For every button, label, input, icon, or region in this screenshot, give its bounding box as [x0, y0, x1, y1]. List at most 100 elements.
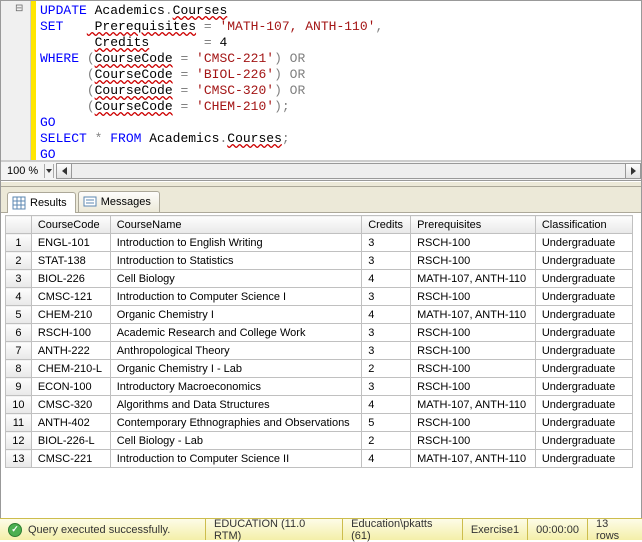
cell[interactable]: Undergraduate: [535, 234, 632, 252]
cell[interactable]: Algorithms and Data Structures: [110, 396, 361, 414]
cell[interactable]: STAT-138: [31, 252, 110, 270]
cell[interactable]: Introduction to Computer Science I: [110, 288, 361, 306]
table-row[interactable]: 9ECON-100Introductory Macroeconomics3RSC…: [6, 378, 633, 396]
cell[interactable]: CMSC-221: [31, 450, 110, 468]
cell[interactable]: 3: [362, 342, 411, 360]
cell[interactable]: Introduction to Statistics: [110, 252, 361, 270]
cell[interactable]: CHEM-210-L: [31, 360, 110, 378]
cell[interactable]: Undergraduate: [535, 252, 632, 270]
cell[interactable]: RSCH-100: [31, 324, 110, 342]
row-number[interactable]: 13: [6, 450, 32, 468]
cell[interactable]: Contemporary Ethnographies and Observati…: [110, 414, 361, 432]
cell[interactable]: MATH-107, ANTH-110: [411, 306, 536, 324]
cell[interactable]: Undergraduate: [535, 432, 632, 450]
row-number[interactable]: 1: [6, 234, 32, 252]
scroll-right-button[interactable]: [625, 163, 641, 179]
cell[interactable]: 2: [362, 432, 411, 450]
cell[interactable]: RSCH-100: [411, 432, 536, 450]
cell[interactable]: BIOL-226: [31, 270, 110, 288]
cell[interactable]: 4: [362, 450, 411, 468]
cell[interactable]: Introduction to Computer Science II: [110, 450, 361, 468]
cell[interactable]: RSCH-100: [411, 234, 536, 252]
cell[interactable]: 4: [362, 396, 411, 414]
cell[interactable]: RSCH-100: [411, 252, 536, 270]
cell[interactable]: ANTH-222: [31, 342, 110, 360]
column-header[interactable]: Classification: [535, 216, 632, 234]
row-number[interactable]: 9: [6, 378, 32, 396]
cell[interactable]: Introduction to English Writing: [110, 234, 361, 252]
table-row[interactable]: 5CHEM-210Organic Chemistry I4MATH-107, A…: [6, 306, 633, 324]
table-row[interactable]: 13CMSC-221Introduction to Computer Scien…: [6, 450, 633, 468]
cell[interactable]: ANTH-402: [31, 414, 110, 432]
cell[interactable]: 3: [362, 324, 411, 342]
cell[interactable]: Undergraduate: [535, 450, 632, 468]
cell[interactable]: 4: [362, 306, 411, 324]
row-number[interactable]: 7: [6, 342, 32, 360]
cell[interactable]: Undergraduate: [535, 378, 632, 396]
table-row[interactable]: 6RSCH-100Academic Research and College W…: [6, 324, 633, 342]
results-grid[interactable]: CourseCodeCourseNameCreditsPrerequisites…: [5, 215, 633, 468]
table-row[interactable]: 8CHEM-210-LOrganic Chemistry I - Lab2RSC…: [6, 360, 633, 378]
table-row[interactable]: 7ANTH-222Anthropological Theory3RSCH-100…: [6, 342, 633, 360]
cell[interactable]: 2: [362, 360, 411, 378]
scroll-left-button[interactable]: [56, 163, 72, 179]
cell[interactable]: Academic Research and College Work: [110, 324, 361, 342]
row-number[interactable]: 5: [6, 306, 32, 324]
cell[interactable]: Introductory Macroeconomics: [110, 378, 361, 396]
cell[interactable]: Organic Chemistry I: [110, 306, 361, 324]
cell[interactable]: Cell Biology - Lab: [110, 432, 361, 450]
zoom-dropdown[interactable]: [44, 164, 54, 178]
row-number[interactable]: 2: [6, 252, 32, 270]
row-number[interactable]: 8: [6, 360, 32, 378]
table-row[interactable]: 11ANTH-402Contemporary Ethnographies and…: [6, 414, 633, 432]
code-editor[interactable]: UPDATE Academics.Courses SET Prerequisit…: [36, 1, 641, 160]
cell[interactable]: Organic Chemistry I - Lab: [110, 360, 361, 378]
cell[interactable]: Undergraduate: [535, 288, 632, 306]
cell[interactable]: RSCH-100: [411, 414, 536, 432]
cell[interactable]: Undergraduate: [535, 324, 632, 342]
cell[interactable]: RSCH-100: [411, 378, 536, 396]
horizontal-scrollbar[interactable]: [56, 163, 641, 179]
cell[interactable]: Undergraduate: [535, 306, 632, 324]
cell[interactable]: ENGL-101: [31, 234, 110, 252]
cell[interactable]: Undergraduate: [535, 360, 632, 378]
scroll-track[interactable]: [72, 163, 625, 179]
table-row[interactable]: 10CMSC-320Algorithms and Data Structures…: [6, 396, 633, 414]
table-row[interactable]: 4CMSC-121Introduction to Computer Scienc…: [6, 288, 633, 306]
cell[interactable]: BIOL-226-L: [31, 432, 110, 450]
cell[interactable]: MATH-107, ANTH-110: [411, 270, 536, 288]
tab-messages[interactable]: Messages: [78, 191, 160, 212]
table-row[interactable]: 3BIOL-226Cell Biology4MATH-107, ANTH-110…: [6, 270, 633, 288]
column-header[interactable]: CourseCode: [31, 216, 110, 234]
cell[interactable]: 3: [362, 234, 411, 252]
row-number[interactable]: 11: [6, 414, 32, 432]
cell[interactable]: Undergraduate: [535, 396, 632, 414]
cell[interactable]: MATH-107, ANTH-110: [411, 396, 536, 414]
cell[interactable]: CHEM-210: [31, 306, 110, 324]
row-number[interactable]: 10: [6, 396, 32, 414]
cell[interactable]: CMSC-320: [31, 396, 110, 414]
row-number[interactable]: 4: [6, 288, 32, 306]
column-header[interactable]: Credits: [362, 216, 411, 234]
cell[interactable]: ECON-100: [31, 378, 110, 396]
cell[interactable]: RSCH-100: [411, 360, 536, 378]
cell[interactable]: RSCH-100: [411, 288, 536, 306]
cell[interactable]: 3: [362, 252, 411, 270]
table-row[interactable]: 12BIOL-226-LCell Biology - Lab2RSCH-100U…: [6, 432, 633, 450]
cell[interactable]: Anthropological Theory: [110, 342, 361, 360]
cell[interactable]: MATH-107, ANTH-110: [411, 450, 536, 468]
zoom-level[interactable]: 100 %: [1, 165, 44, 177]
cell[interactable]: RSCH-100: [411, 342, 536, 360]
column-header[interactable]: CourseName: [110, 216, 361, 234]
cell[interactable]: Undergraduate: [535, 342, 632, 360]
row-number[interactable]: 3: [6, 270, 32, 288]
cell[interactable]: 3: [362, 378, 411, 396]
cell[interactable]: Undergraduate: [535, 270, 632, 288]
row-number[interactable]: 12: [6, 432, 32, 450]
table-row[interactable]: 1ENGL-101Introduction to English Writing…: [6, 234, 633, 252]
cell[interactable]: 3: [362, 288, 411, 306]
cell[interactable]: CMSC-121: [31, 288, 110, 306]
cell[interactable]: Undergraduate: [535, 414, 632, 432]
cell[interactable]: RSCH-100: [411, 324, 536, 342]
cell[interactable]: 4: [362, 270, 411, 288]
